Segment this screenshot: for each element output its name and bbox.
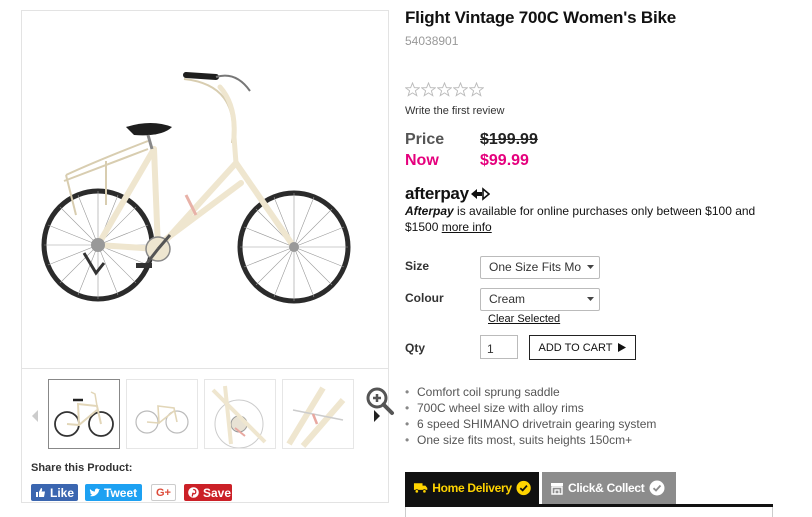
- chevron-down-icon: [587, 265, 594, 269]
- qty-input[interactable]: [480, 335, 518, 359]
- size-select[interactable]: One Size Fits Mo: [480, 256, 600, 279]
- tweet-button[interactable]: Tweet: [85, 484, 142, 501]
- product-sku: 54038901: [405, 34, 459, 48]
- colour-select-value: Cream: [489, 292, 526, 306]
- colour-label: Colour: [405, 291, 444, 305]
- twitter-bird-icon: [89, 488, 100, 498]
- thumbs-up-icon: [35, 487, 46, 498]
- tweet-label: Tweet: [104, 485, 138, 500]
- size-select-value: One Size Fits Mo: [489, 260, 582, 274]
- add-to-cart-button[interactable]: ADD TO CART: [529, 335, 636, 360]
- facebook-like-button[interactable]: Like: [31, 484, 78, 501]
- thumbnail-bike-side-view-small[interactable]: [126, 379, 198, 449]
- delivery-tabs: Home Delivery Click& Collect: [405, 472, 773, 517]
- feature-item: Comfort coil sprung saddle: [405, 384, 656, 400]
- pinterest-save-button[interactable]: Save: [184, 484, 232, 501]
- star-empty-icon: [437, 82, 452, 97]
- check-circle-icon: [649, 480, 664, 496]
- like-label: Like: [50, 485, 75, 500]
- carousel-next-icon[interactable]: [372, 409, 382, 423]
- zoom-in-icon[interactable]: [350, 331, 394, 415]
- check-circle-icon: [516, 480, 531, 496]
- star-empty-icon: [405, 82, 420, 97]
- main-product-image[interactable]: [22, 11, 394, 415]
- tab-click-collect[interactable]: Click& Collect: [542, 472, 676, 504]
- thumbnail-bike-drivetrain-closeup[interactable]: [204, 379, 276, 449]
- now-price-value: $99.99: [480, 152, 529, 169]
- product-gallery: Share this Product: Like Tweet G+ Save: [21, 10, 394, 503]
- thumbnail-carousel: [22, 377, 388, 453]
- star-rating[interactable]: [405, 82, 484, 97]
- afterpay-logo-text: afterpay: [405, 184, 469, 203]
- afterpay-arrows-icon: [470, 187, 490, 201]
- afterpay-logo: afterpay: [405, 184, 490, 204]
- truck-icon: [413, 483, 428, 494]
- feature-item: 700C wheel size with alloy rims: [405, 400, 656, 416]
- feature-item: One size fits most, suits heights 150cm+: [405, 432, 656, 448]
- write-review-link[interactable]: Write the first review: [405, 105, 504, 117]
- star-empty-icon: [453, 82, 468, 97]
- afterpay-brand-word: Afterpay: [405, 204, 454, 218]
- store-icon: [551, 482, 563, 495]
- click-collect-label: Click& Collect: [568, 481, 645, 495]
- star-empty-icon: [469, 82, 484, 97]
- afterpay-more-info-link[interactable]: more info: [442, 220, 492, 234]
- save-label: Save: [203, 485, 232, 500]
- share-title: Share this Product:: [31, 462, 133, 474]
- google-plus-button[interactable]: G+: [151, 484, 176, 501]
- thumbnail-bike-side-view[interactable]: [48, 379, 120, 449]
- home-delivery-label: Home Delivery: [432, 481, 512, 495]
- delivery-tab-panel: [405, 507, 773, 517]
- feature-list: Comfort coil sprung saddle 700C wheel si…: [405, 384, 656, 448]
- play-arrow-icon: [618, 343, 627, 352]
- product-title: Flight Vintage 700C Women's Bike: [405, 8, 676, 27]
- carousel-prev-icon[interactable]: [30, 409, 40, 423]
- pinterest-icon: [188, 487, 199, 498]
- now-price-label: Now: [405, 152, 439, 169]
- thumbnail-bike-frame-closeup[interactable]: [282, 379, 354, 449]
- add-to-cart-label: ADD TO CART: [538, 341, 613, 354]
- chevron-down-icon: [587, 297, 594, 301]
- bike-illustration: [41, 72, 351, 304]
- colour-select[interactable]: Cream: [480, 288, 600, 311]
- tab-home-delivery[interactable]: Home Delivery: [405, 472, 539, 504]
- was-price-label: Price: [405, 131, 445, 148]
- feature-item: 6 speed SHIMANO drivetrain gearing syste…: [405, 416, 656, 432]
- star-empty-icon: [421, 82, 436, 97]
- gplus-label: G+: [156, 486, 171, 499]
- size-label: Size: [405, 259, 430, 273]
- was-price-value: $199.99: [480, 131, 538, 148]
- qty-label: Qty: [405, 341, 426, 355]
- clear-selected-link[interactable]: Clear Selected: [488, 313, 560, 325]
- afterpay-message: Afterpay is available for online purchas…: [405, 203, 777, 235]
